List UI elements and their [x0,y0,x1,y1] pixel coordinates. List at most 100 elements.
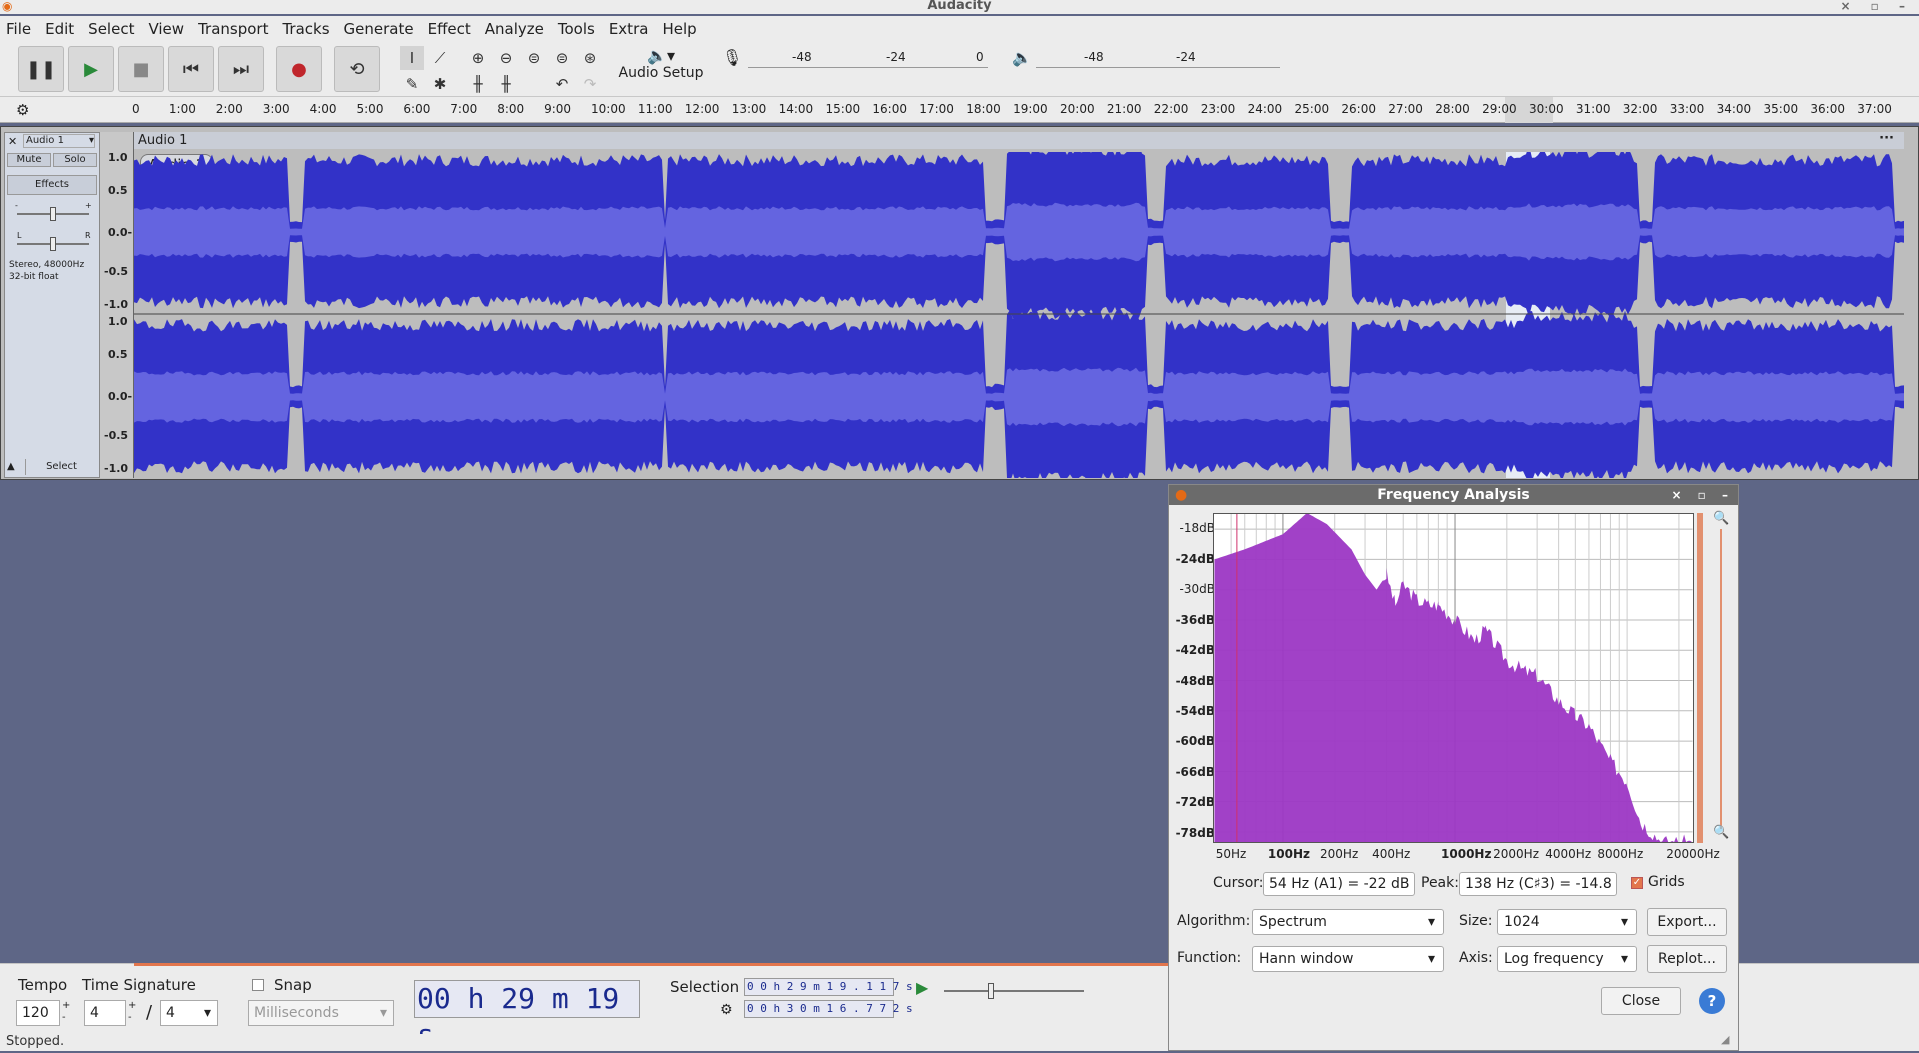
draw-tool-icon[interactable]: ✎ [400,72,424,96]
stop-button[interactable]: ■ [118,46,164,92]
db-tick-label: -42dB [1175,643,1215,658]
ruler-tick-label: 31:00 [1575,102,1611,116]
gear-icon[interactable]: ⚙ [720,1002,733,1018]
menu-edit[interactable]: Edit [45,20,74,38]
undo-icon[interactable]: ↶ [550,72,574,96]
db-tick-label: -30dB [1179,582,1215,597]
multi-tool-icon[interactable]: ✱ [428,72,452,96]
close-button[interactable]: Close [1601,987,1681,1015]
scale-label: -1.0 [104,462,129,475]
time-sig-stepper[interactable]: + - [128,1000,136,1024]
window-controls[interactable]: × ▫ – [1840,0,1913,12]
record-button[interactable]: ● [276,46,322,92]
tempo-input[interactable]: 120 [16,1000,60,1026]
record-meter[interactable]: -48 -24 0 [748,50,988,68]
replot-button[interactable]: Replot... [1647,945,1727,973]
clip-menu-icon[interactable]: ··· [1879,130,1894,147]
resize-grip-icon[interactable]: ◢ [1721,1033,1729,1046]
selection-tool-icon[interactable]: I [400,46,424,70]
gear-icon[interactable]: ⚙ [16,101,29,119]
export-button[interactable]: Export... [1647,908,1727,936]
menu-tracks[interactable]: Tracks [282,20,329,38]
status-text: Stopped. [6,1034,65,1049]
spectrum-plot[interactable] [1213,513,1694,843]
play-speed-slider[interactable] [944,990,1084,992]
ruler-tick-label: 11:00 [637,102,673,116]
db-tick-label: -66dB [1175,764,1215,779]
loop-button[interactable]: ⟲ [334,46,380,92]
skip-end-button[interactable]: ⏭ [218,46,264,92]
silence-icon[interactable]: ╫ [494,72,518,96]
chevron-down-icon: ▾ [88,135,94,146]
help-button[interactable]: ? [1699,988,1725,1014]
skip-start-button[interactable]: ⏮ [168,46,214,92]
db-tick-label: -24dB [1175,551,1215,566]
play-at-speed-icon[interactable]: ▶ [916,978,928,997]
timeline-ruler[interactable]: ⚙ 0 1:00 2:00 3:00 4:00 5:00 6:00 7:00 8:00 9:00 1… [0,97,1919,123]
ruler-tick-label: 8:00 [497,102,525,116]
collapse-icon[interactable]: ▲ [7,461,15,472]
progress-strip [134,963,1168,966]
menu-effect[interactable]: Effect [428,20,471,38]
axis-select[interactable]: Log frequency ▾ [1497,946,1637,972]
zoom-out-icon[interactable]: 🔍 [1713,825,1729,840]
grids-checkbox[interactable]: ✓ [1631,877,1643,889]
menu-tools[interactable]: Tools [558,20,595,38]
zoom-in-icon[interactable]: 🔍 [1713,511,1729,526]
menu-file[interactable]: File [6,20,31,38]
clip-title-bar[interactable]: Audio 1 ··· [134,130,1904,149]
zoom-toggle-icon[interactable]: ⊛ [578,46,602,70]
solo-button[interactable]: Solo [53,153,97,167]
selection-end[interactable]: 0 0 h 3 0 m 1 6 . 7 7 2 s [744,1000,913,1018]
audio-setup-button[interactable]: 🔈▾ Audio Setup [618,46,704,92]
tempo-stepper[interactable]: + - [62,1000,70,1024]
menu-transport[interactable]: Transport [198,20,268,38]
selection-start[interactable]: 0 0 h 2 9 m 1 9 . 1 1 7 s [744,978,913,996]
snap-unit-select[interactable]: Milliseconds ▾ [248,1000,394,1026]
vertical-zoom-bar[interactable] [1697,513,1703,843]
ruler-tick-label: 28:00 [1435,102,1470,116]
waveform[interactable] [134,152,1904,478]
zoom-out-icon[interactable]: ⊖ [494,46,518,70]
fit-project-icon[interactable]: ⊜ [550,46,574,70]
dialog-titlebar[interactable]: ● Frequency Analysis × ▫ – [1169,485,1738,505]
zoom-slider[interactable] [1720,529,1722,829]
time-sig-denominator[interactable]: 4 ▾ [160,1000,218,1026]
effects-button[interactable]: Effects [7,175,97,195]
dialog-window-controls[interactable]: × ▫ – [1671,485,1734,505]
time-sig-numerator[interactable]: 4 [84,1000,126,1026]
zoom-in-icon[interactable]: ⊕ [466,46,490,70]
menu-analyze[interactable]: Analyze [485,20,544,38]
redo-icon[interactable]: ↷ [578,72,602,96]
pause-button[interactable]: ❚❚ [18,46,64,92]
track-name-label: Audio 1 [26,135,64,146]
chevron-down-icon: ▾ [379,1005,387,1021]
ruler-tick-label: 22:00 [1153,102,1189,116]
scale-label: 0.5 [108,348,128,361]
close-track-icon[interactable]: ✕ [8,135,17,148]
audio-setup-label: Audio Setup [618,65,704,81]
menu-generate[interactable]: Generate [344,20,414,38]
playback-meter[interactable]: -48 -24 [1036,50,1280,68]
algorithm-select[interactable]: Spectrum ▾ [1252,909,1444,935]
function-select[interactable]: Hann window ▾ [1252,946,1444,972]
microphone-icon: 🎙 [722,48,743,67]
pan-slider-thumb[interactable] [50,237,56,251]
select-track-button[interactable]: Select [25,459,97,475]
menu-select[interactable]: Select [88,20,134,38]
menu-view[interactable]: View [148,20,184,38]
play-speed-thumb[interactable] [988,983,994,999]
mute-button[interactable]: Mute [7,153,51,167]
snap-checkbox[interactable] [252,979,264,991]
menu-extra[interactable]: Extra [609,20,649,38]
menu-help[interactable]: Help [662,20,696,38]
size-select[interactable]: 1024 ▾ [1497,909,1637,935]
function-label: Function: [1177,950,1242,966]
gain-slider-thumb[interactable] [50,207,56,221]
track-name-menu[interactable]: Audio 1 ▾ [23,134,95,148]
play-button[interactable]: ▶ [68,46,114,92]
envelope-tool-icon[interactable]: ⟋ [428,46,452,70]
time-display[interactable]: 00 h 29 m 19 s [414,980,640,1051]
fit-selection-icon[interactable]: ⊜ [522,46,546,70]
trim-icon[interactable]: ╫ [466,72,490,96]
